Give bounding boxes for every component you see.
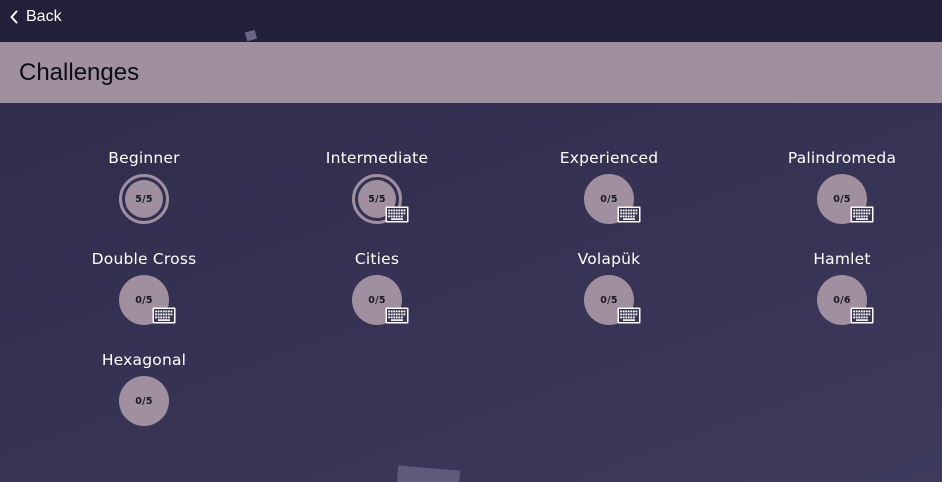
progress-count: 0/5 [833, 193, 851, 205]
back-button[interactable]: Back [10, 6, 62, 28]
keyboard-icon [152, 307, 176, 324]
keyboard-icon [617, 307, 641, 324]
back-label: Back [26, 8, 62, 25]
challenge-card-experienced[interactable]: Experienced 0/5 [509, 149, 709, 237]
progress-ring: 5/5 [119, 174, 169, 224]
decorative-shape [395, 465, 461, 482]
challenge-name: Cities [354, 250, 400, 268]
progress-count: 0/5 [600, 294, 618, 306]
challenge-name: Experienced [559, 149, 659, 167]
progress-count: 0/5 [600, 193, 618, 205]
keyboard-icon [385, 206, 409, 223]
progress-count: 0/5 [368, 294, 386, 306]
keyboard-icon [850, 307, 874, 324]
challenge-name: Double Cross [91, 250, 197, 268]
top-bar: Back [0, 0, 942, 42]
progress-count: 0/6 [833, 294, 851, 306]
challenge-name: Palindromeda [787, 149, 897, 167]
progress-circle: 0/5 [119, 376, 169, 426]
challenge-card-palindromeda[interactable]: Palindromeda 0/5 [742, 149, 942, 237]
keyboard-icon [617, 206, 641, 223]
challenge-card-intermediate[interactable]: Intermediate 5/5 [277, 149, 477, 237]
challenge-card-cities[interactable]: Cities 0/5 [277, 250, 477, 338]
progress-count: 5/5 [368, 193, 386, 205]
challenge-card-beginner[interactable]: Beginner 5/5 [44, 149, 244, 237]
challenge-card-double-cross[interactable]: Double Cross 0/5 [44, 250, 244, 338]
challenge-name: Hexagonal [101, 351, 187, 369]
challenge-name: Hamlet [813, 250, 871, 268]
challenge-name: Volapük [577, 250, 641, 268]
keyboard-icon [385, 307, 409, 324]
challenge-name: Beginner [108, 149, 180, 167]
keyboard-icon [850, 206, 874, 223]
challenge-name: Intermediate [325, 149, 429, 167]
challenge-card-hamlet[interactable]: Hamlet 0/6 [742, 250, 942, 338]
progress-count: 0/5 [135, 395, 153, 407]
chevron-left-icon [10, 10, 18, 24]
progress-count: 0/5 [135, 294, 153, 306]
progress-count: 5/5 [135, 193, 153, 205]
page-header: Challenges [0, 42, 942, 103]
challenge-card-hexagonal[interactable]: Hexagonal 0/5 [44, 351, 244, 439]
page-title: Challenges [19, 59, 140, 86]
challenge-card-volapuk[interactable]: Volapük 0/5 [509, 250, 709, 338]
